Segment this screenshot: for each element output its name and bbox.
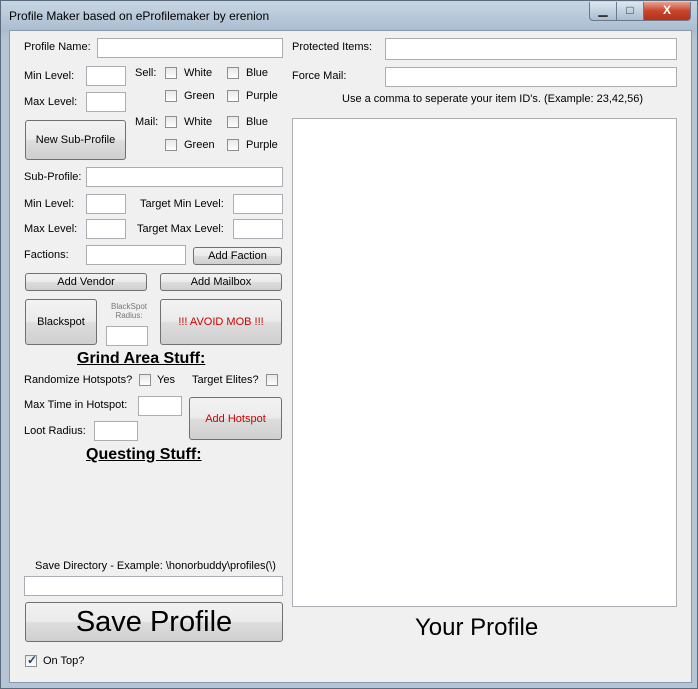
title-bar[interactable]: Profile Maker based on eProfilemaker by …	[1, 1, 697, 29]
sell-label: Sell:	[135, 67, 157, 79]
sell-green-checkbox[interactable]	[165, 90, 177, 102]
force-mail-label: Force Mail:	[292, 70, 347, 82]
factions-input[interactable]	[86, 245, 186, 265]
maximize-icon: □	[626, 3, 634, 17]
min-level-input[interactable]	[86, 66, 126, 86]
grind-area-heading: Grind Area Stuff:	[77, 350, 206, 367]
factions-label: Factions:	[24, 249, 69, 261]
loot-radius-label: Loot Radius:	[24, 425, 86, 437]
force-mail-input[interactable]	[385, 67, 677, 87]
add-mailbox-button[interactable]: Add Mailbox	[160, 273, 282, 291]
mail-purple-checkbox[interactable]	[227, 139, 239, 151]
profile-name-label: Profile Name:	[24, 41, 91, 53]
sell-purple-checkbox[interactable]	[227, 90, 239, 102]
your-profile-label: Your Profile	[415, 614, 539, 641]
on-top-label: On Top?	[43, 655, 85, 667]
mail-purple-label: Purple	[246, 139, 278, 151]
avoid-mob-button[interactable]: !!! AVOID MOB !!!	[160, 299, 282, 345]
sub-min-level-input[interactable]	[86, 194, 126, 214]
mail-white-label: White	[184, 116, 213, 128]
maximize-button[interactable]: □	[616, 2, 644, 21]
target-max-level-label: Target Max Level:	[137, 223, 224, 235]
add-vendor-button[interactable]: Add Vendor	[25, 273, 147, 291]
minimize-icon: ▁	[598, 3, 608, 17]
item-id-hint: Use a comma to seperate your item ID's. …	[342, 93, 644, 105]
mail-white-checkbox[interactable]	[165, 116, 177, 128]
sub-max-level-label: Max Level:	[24, 223, 78, 235]
blackspot-radius-label: BlackSpot Radius:	[110, 302, 148, 320]
sell-purple-label: Purple	[246, 90, 278, 102]
max-time-hotspot-label: Max Time in Hotspot:	[24, 399, 128, 411]
new-subprofile-button[interactable]: New Sub-Profile	[25, 120, 126, 160]
target-max-level-input[interactable]	[233, 219, 283, 239]
blackspot-button[interactable]: Blackspot	[25, 299, 97, 345]
randomize-hotspots-checkbox[interactable]	[139, 374, 151, 386]
loot-radius-input[interactable]	[94, 421, 138, 441]
max-time-hotspot-input[interactable]	[138, 396, 182, 416]
sub-max-level-input[interactable]	[86, 219, 126, 239]
save-directory-label: Save Directory - Example: \honorbuddy\pr…	[35, 560, 276, 572]
add-hotspot-button[interactable]: Add Hotspot	[189, 397, 282, 440]
randomize-yes-label: Yes	[157, 374, 175, 386]
randomize-hotspots-label: Randomize Hotspots?	[24, 374, 133, 386]
client-area: Profile Name: Min Level: Max Level: Sell…	[9, 30, 692, 683]
profile-output-textarea[interactable]	[292, 118, 677, 607]
add-faction-button[interactable]: Add Faction	[193, 247, 282, 265]
close-icon: X	[662, 3, 671, 17]
sub-min-level-label: Min Level:	[24, 198, 75, 210]
target-elites-label: Target Elites?	[192, 374, 259, 386]
target-min-level-input[interactable]	[233, 194, 283, 214]
questing-heading: Questing Stuff:	[86, 446, 202, 463]
sell-blue-label: Blue	[246, 67, 269, 79]
mail-blue-checkbox[interactable]	[227, 116, 239, 128]
profile-name-input[interactable]	[97, 38, 283, 58]
subprofile-label: Sub-Profile:	[24, 171, 82, 183]
mail-green-checkbox[interactable]	[165, 139, 177, 151]
minimize-button[interactable]: ▁	[589, 2, 617, 21]
save-directory-input[interactable]	[24, 576, 283, 596]
blackspot-radius-input[interactable]	[106, 326, 148, 346]
mail-blue-label: Blue	[246, 116, 269, 128]
save-profile-button[interactable]: Save Profile	[25, 602, 283, 642]
target-min-level-label: Target Min Level:	[140, 198, 224, 210]
subprofile-input[interactable]	[86, 167, 283, 187]
max-level-label: Max Level:	[24, 96, 78, 108]
target-elites-checkbox[interactable]	[266, 374, 278, 386]
max-level-input[interactable]	[86, 92, 126, 112]
mail-label: Mail:	[135, 116, 159, 128]
protected-items-input[interactable]	[385, 38, 677, 60]
sell-white-checkbox[interactable]	[165, 67, 177, 79]
close-button[interactable]: X	[643, 2, 691, 21]
app-window: Profile Maker based on eProfilemaker by …	[0, 0, 698, 689]
sell-blue-checkbox[interactable]	[227, 67, 239, 79]
min-level-label: Min Level:	[24, 70, 75, 82]
on-top-checkbox[interactable]	[25, 653, 37, 667]
mail-green-label: Green	[184, 139, 215, 151]
sell-green-label: Green	[184, 90, 215, 102]
sell-white-label: White	[184, 67, 213, 79]
protected-items-label: Protected Items:	[292, 41, 373, 53]
window-title: Profile Maker based on eProfilemaker by …	[9, 9, 270, 23]
